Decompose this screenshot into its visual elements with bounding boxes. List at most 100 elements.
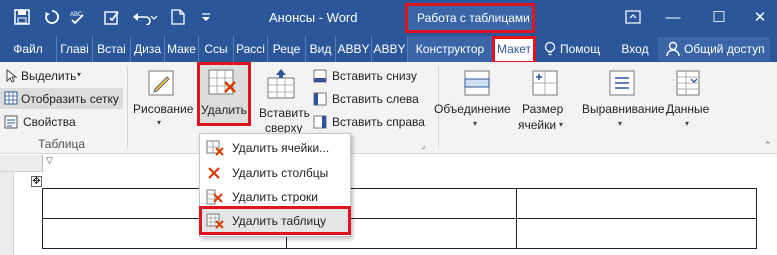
show-grid-label: Отобразить сетку — [21, 92, 119, 106]
data-icon — [673, 68, 703, 98]
document-area: ▽ ✥ — [0, 155, 777, 255]
ruler-text-area — [42, 155, 777, 172]
tab-mailings[interactable]: Рассі — [234, 36, 268, 62]
cell-size-icon — [530, 68, 560, 98]
tab-insert[interactable]: Встаі — [93, 36, 131, 62]
grid-icon — [4, 91, 18, 105]
properties-icon — [4, 115, 18, 129]
collapse-ribbon-icon[interactable]: ⌃ — [764, 140, 772, 151]
menu-item-label: Удалить ячейки... — [232, 141, 330, 155]
merge-button[interactable]: Объединение ▾ — [434, 66, 512, 136]
horizontal-ruler: ▽ — [0, 155, 777, 172]
dropdown-arrow-icon: ▾ — [559, 120, 564, 129]
delete-columns-icon — [206, 165, 224, 181]
menu-item-delete-columns[interactable]: Удалить столбцы — [200, 161, 350, 185]
menu-item-label: Удалить таблицу — [232, 214, 327, 228]
alignment-button[interactable]: Выравнивание ▾ — [582, 66, 665, 136]
cell-size-button[interactable]: Размер ячейки ▾ — [516, 66, 576, 136]
delete-label: Удалить — [201, 103, 247, 117]
ribbon-panel: Выделить ▾ Отобразить сетку Свойства Таб… — [0, 62, 777, 154]
insert-above-icon — [266, 68, 296, 100]
properties-button[interactable]: Свойства — [4, 112, 94, 132]
dropdown-arrow-icon: ▾ — [473, 119, 478, 128]
draw-table-icon — [146, 68, 176, 98]
dialog-launcher-icon[interactable]: ⌟ — [421, 140, 425, 151]
insert-left-button[interactable]: Вставить слева — [313, 89, 428, 109]
save-icon[interactable] — [10, 6, 34, 28]
window-title: Анонсы - Word — [269, 10, 358, 25]
delete-button[interactable]: Удалить — [199, 64, 249, 124]
merge-cells-icon — [462, 68, 492, 98]
context-tab-group-label: Работа с таблицами — [417, 11, 530, 25]
maximize-button[interactable]: ☐ — [706, 6, 732, 28]
share-label: Общий доступ — [684, 42, 765, 56]
table-row — [42, 218, 757, 249]
ribbon-tabs: Файл Главі Встаі Диза Маке Ссы Рассі Рец… — [0, 36, 777, 64]
tab-view[interactable]: Вид — [306, 36, 336, 62]
cell-size-label-1: Размер — [522, 102, 564, 116]
delete-table-large-icon — [207, 68, 239, 98]
dropdown-arrow-icon: ▾ — [77, 70, 82, 79]
data-label: Данные — [666, 102, 710, 116]
insert-above-button[interactable]: Вставить сверху — [255, 66, 310, 136]
tell-me-search[interactable]: Помощ — [560, 36, 606, 62]
share-button[interactable]: Общий доступ — [658, 37, 770, 61]
insert-below-label: Вставить снизу — [332, 69, 417, 83]
select-label: Выделить — [21, 69, 77, 83]
dropdown-arrow-icon: ▾ — [157, 118, 162, 127]
menu-item-label: Удалить столбцы — [232, 166, 329, 180]
merge-label: Объединение — [434, 102, 511, 116]
draw-button[interactable]: Рисование ▾ — [131, 66, 193, 132]
cell-size-label-2: ячейки — [518, 118, 557, 132]
delete-dropdown-menu: Удалить ячейки... Удалить столбцы Удалит… — [199, 133, 351, 237]
vertical-ruler — [0, 172, 14, 255]
minimize-button[interactable]: — — [660, 6, 686, 28]
person-icon — [666, 41, 680, 57]
dropdown-arrow-icon: ▾ — [685, 119, 690, 128]
properties-label: Свойства — [23, 115, 76, 129]
tab-abbyy-1[interactable]: ABBY — [336, 36, 372, 62]
insert-right-button[interactable]: Вставить справа — [313, 112, 433, 132]
touch-mode-icon[interactable] — [100, 6, 124, 28]
new-document-icon[interactable] — [166, 6, 190, 28]
data-button[interactable]: Данные ▾ — [664, 66, 714, 136]
group-label-table: Таблица — [38, 137, 86, 151]
insert-left-icon — [313, 92, 327, 106]
menu-item-label: Удалить строки — [232, 190, 318, 204]
menu-item-delete-rows[interactable]: Удалить строки — [200, 185, 350, 209]
undo-redo-history-icon[interactable] — [40, 6, 64, 28]
menu-item-delete-cells[interactable]: Удалить ячейки... — [200, 136, 350, 160]
lightbulb-icon[interactable] — [543, 41, 557, 57]
tab-abbyy-2[interactable]: ABBY — [372, 36, 408, 62]
tab-layout[interactable]: Маке — [165, 36, 199, 62]
table-cell[interactable] — [516, 218, 757, 249]
insert-right-icon — [313, 115, 327, 129]
ribbon-options-icon[interactable] — [621, 6, 645, 28]
document-table[interactable] — [42, 188, 757, 249]
close-button[interactable]: ✕ — [748, 6, 772, 28]
table-cell[interactable] — [516, 188, 757, 219]
delete-rows-icon — [206, 189, 224, 205]
select-button[interactable]: Выделить ▾ — [4, 66, 124, 86]
undo-icon[interactable] — [130, 6, 160, 28]
show-grid-button[interactable]: Отобразить сетку — [0, 88, 123, 109]
customize-qat-icon[interactable] — [194, 6, 218, 28]
alignment-label: Выравнивание — [582, 102, 665, 116]
indent-marker-icon[interactable]: ▽ — [46, 155, 53, 166]
insert-below-button[interactable]: Вставить снизу — [313, 66, 428, 86]
tab-table-constructor[interactable]: Конструктор — [408, 36, 492, 62]
table-move-handle-icon[interactable]: ✥ — [31, 176, 42, 187]
tab-home[interactable]: Главі — [57, 36, 93, 62]
tab-design[interactable]: Диза — [131, 36, 165, 62]
insert-left-label: Вставить слева — [332, 92, 419, 106]
tab-table-layout[interactable]: Макет — [494, 38, 534, 62]
tab-references[interactable]: Ссы — [199, 36, 234, 62]
group-separator — [127, 66, 128, 148]
tab-file[interactable]: Файл — [0, 36, 57, 62]
spelling-check-icon[interactable]: ABC — [66, 6, 90, 28]
tab-review[interactable]: Реце — [268, 36, 306, 62]
sign-in-link[interactable]: Вход — [618, 36, 652, 62]
menu-item-delete-table[interactable]: Удалить таблицу — [200, 209, 350, 233]
insert-above-label-1: Вставить — [259, 106, 310, 120]
table-row — [42, 188, 757, 219]
